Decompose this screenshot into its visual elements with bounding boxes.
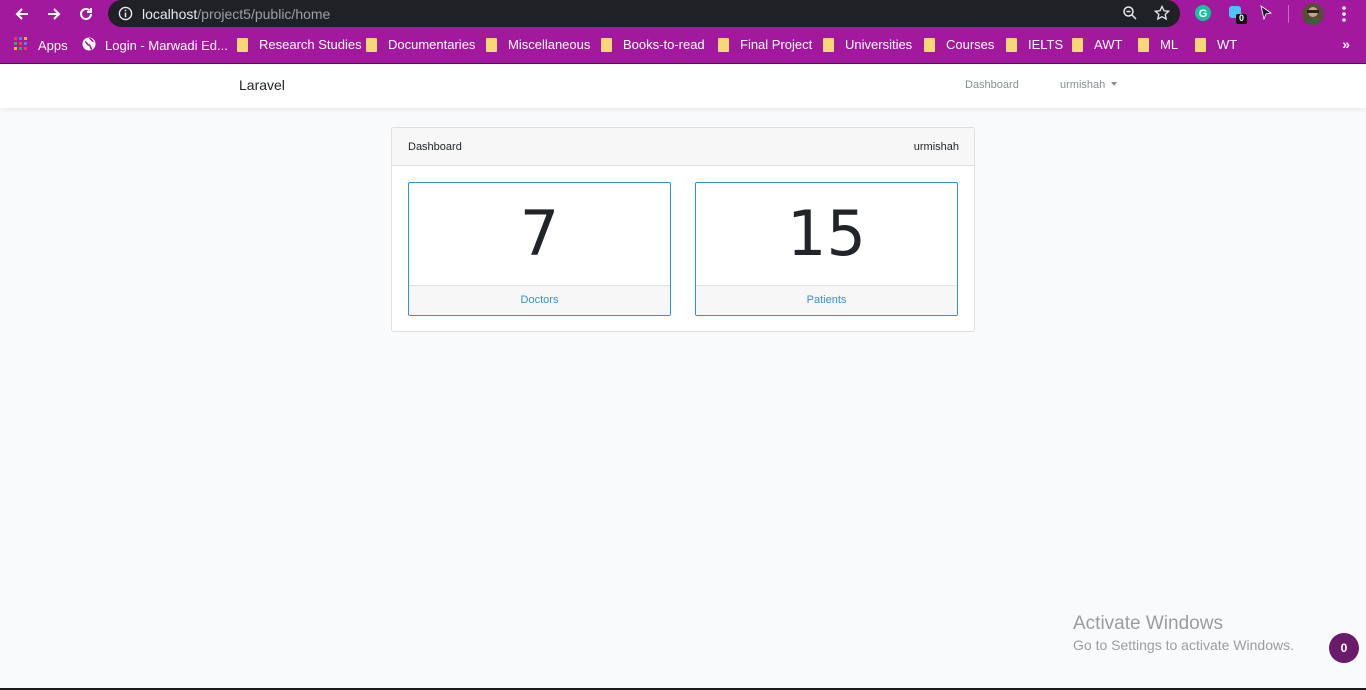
bookmark-login[interactable]: Login - Marwadi Ed...	[82, 37, 228, 54]
bookmark-label: Books-to-read	[623, 37, 705, 52]
bookmark-label: IELTS	[1028, 37, 1064, 52]
extension-badge: 0	[1239, 13, 1245, 23]
bookmarks-overflow-icon[interactable]: »	[1342, 36, 1350, 52]
app-navbar: Laravel Dashboard urmishah	[0, 63, 1366, 108]
forward-icon[interactable]	[44, 4, 64, 24]
bookmark-ml[interactable]: ML	[1138, 37, 1178, 52]
bookmark-apps[interactable]: Apps	[14, 37, 68, 54]
notification-badge[interactable]: 0	[1329, 633, 1359, 663]
folder-icon	[924, 37, 935, 52]
url-path: /project5/public/home	[197, 6, 331, 22]
folder-icon	[601, 37, 612, 52]
back-icon[interactable]	[12, 4, 32, 24]
doctors-count: 7	[519, 197, 560, 270]
brand-link[interactable]: Laravel	[239, 77, 285, 93]
bookmark-books-to-read[interactable]: Books-to-read	[601, 37, 705, 52]
bookmark-label: Courses	[946, 37, 995, 52]
apps-grid-icon	[14, 37, 28, 54]
bookmark-awt[interactable]: AWT	[1072, 37, 1122, 52]
activation-watermark-title: Activate Windows	[1073, 613, 1223, 634]
bookmark-label: ML	[1160, 37, 1179, 52]
bookmark-wt[interactable]: WT	[1195, 37, 1237, 52]
url-text[interactable]: localhost/project5/public/home	[142, 6, 330, 22]
bookmark-miscellaneous[interactable]: Miscellaneous	[486, 37, 590, 52]
profile-avatar[interactable]	[1302, 3, 1324, 25]
card-username: urmishah	[913, 141, 959, 153]
bookmark-star-icon[interactable]	[1153, 4, 1171, 26]
folder-icon	[1072, 37, 1083, 52]
activation-watermark-subtitle: Go to Settings to activate Windows.	[1073, 637, 1294, 653]
bookmark-label: Documentaries	[388, 37, 476, 52]
bookmark-label: Miscellaneous	[508, 37, 591, 52]
url-host: localhost	[142, 6, 198, 22]
user-dropdown-label: urmishah	[1060, 79, 1106, 91]
extension-counter-icon[interactable]: 0	[1227, 4, 1247, 24]
reload-icon[interactable]	[76, 4, 96, 24]
toolbar-divider	[1288, 5, 1289, 23]
doctors-link[interactable]: Doctors	[409, 285, 670, 315]
user-dropdown[interactable]: urmishah	[1060, 79, 1118, 91]
patients-link[interactable]: Patients	[696, 285, 957, 315]
bookmark-label: AWT	[1094, 37, 1123, 52]
caret-down-icon	[1111, 82, 1118, 87]
nav-dashboard-link[interactable]: Dashboard	[965, 79, 1019, 91]
bookmark-label: Research Studies	[259, 37, 362, 52]
patients-stat-box[interactable]: 15 Patients	[695, 182, 958, 316]
globe-icon	[82, 37, 96, 54]
folder-icon	[486, 37, 497, 52]
dashboard-card: Dashboard urmishah 7 Doctors 15 Patients	[391, 127, 975, 332]
bookmark-universities[interactable]: Universities	[823, 37, 912, 52]
bookmark-label: WT	[1217, 37, 1238, 52]
bookmark-label: Login - Marwadi Ed...	[105, 38, 228, 53]
bookmark-courses[interactable]: Courses	[924, 37, 994, 52]
site-info-icon[interactable]	[118, 6, 133, 26]
folder-icon	[1138, 37, 1149, 52]
bookmark-label: Apps	[38, 38, 68, 53]
grammarly-icon[interactable]: G	[1194, 4, 1214, 24]
doctors-stat-box[interactable]: 7 Doctors	[408, 182, 671, 316]
menu-kebab-icon[interactable]	[1336, 4, 1356, 24]
folder-icon	[1195, 37, 1206, 52]
zoom-icon[interactable]	[1122, 5, 1138, 26]
bookmark-final-project[interactable]: Final Project	[718, 37, 812, 52]
folder-icon	[718, 37, 729, 52]
bookmark-ielts[interactable]: IELTS	[1006, 37, 1063, 52]
bookmarks-bar: Apps Login - Marwadi Ed... Research Stud…	[0, 28, 1366, 63]
browser-toolbar: localhost/project5/public/home G 0	[0, 0, 1366, 28]
card-title: Dashboard	[408, 141, 462, 153]
card-header: Dashboard urmishah	[392, 128, 974, 166]
bookmark-research-studies[interactable]: Research Studies	[237, 37, 362, 52]
patients-count: 15	[787, 197, 866, 270]
svg-text:G: G	[1199, 8, 1208, 20]
cursor-extension-icon[interactable]	[1258, 4, 1278, 24]
folder-icon	[1006, 37, 1017, 52]
folder-icon	[237, 37, 248, 52]
bookmark-documentaries[interactable]: Documentaries	[366, 37, 475, 52]
bookmark-label: Final Project	[740, 37, 813, 52]
address-bar[interactable]: localhost/project5/public/home	[108, 0, 1180, 27]
folder-icon	[366, 37, 377, 52]
folder-icon	[823, 37, 834, 52]
bookmark-label: Universities	[845, 37, 913, 52]
